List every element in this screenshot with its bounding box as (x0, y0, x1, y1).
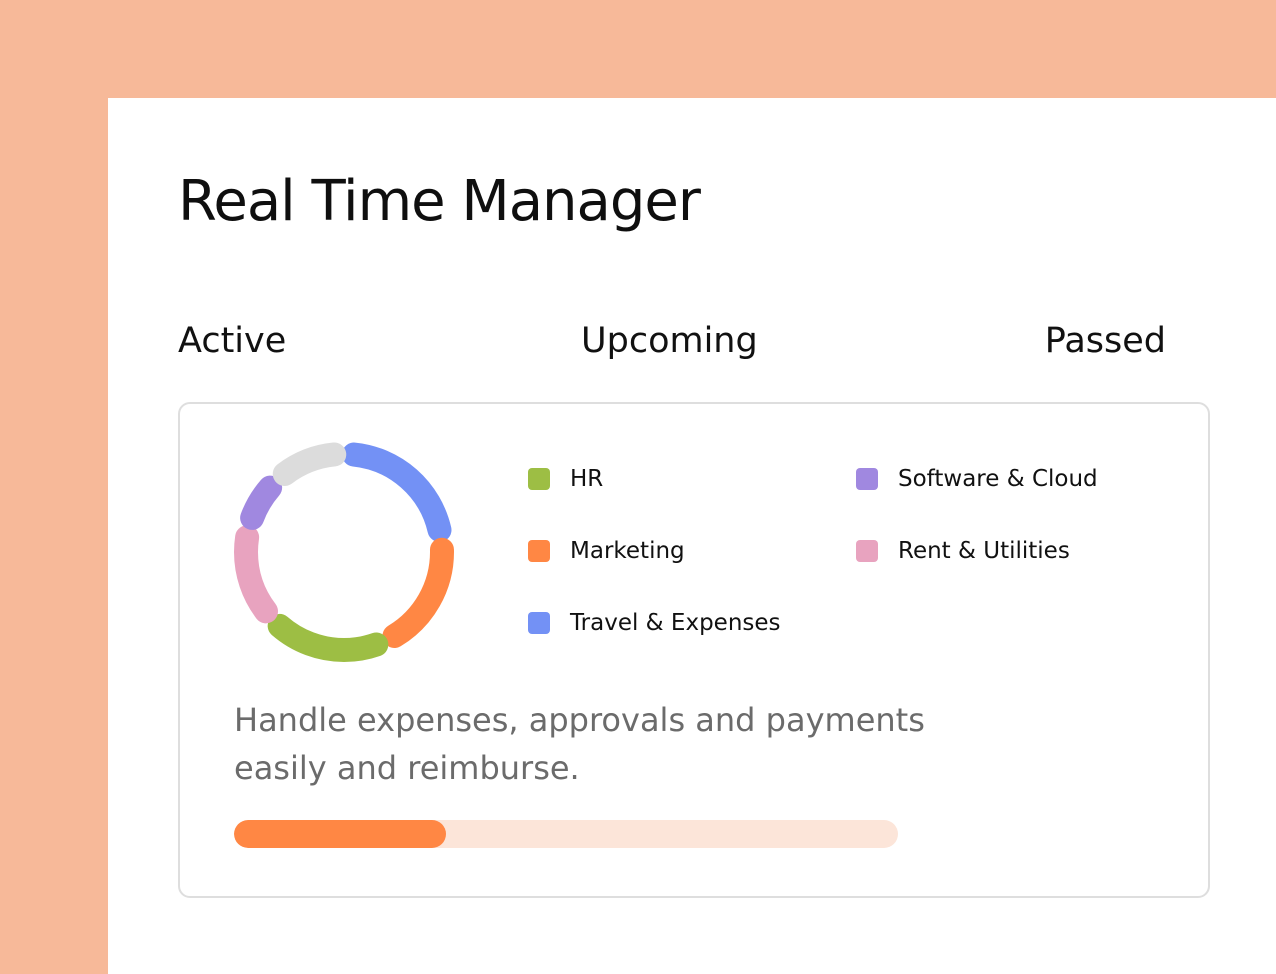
legend-swatch-hr (528, 468, 550, 490)
expense-donut-chart (234, 442, 454, 662)
legend-item-rent-utilities[interactable]: Rent & Utilities (856, 536, 1070, 566)
progress-fill (234, 820, 447, 848)
legend-label-marketing: Marketing (570, 538, 685, 564)
legend-swatch-marketing (528, 540, 550, 562)
page-title: Real Time Manager (178, 169, 701, 234)
legend-swatch-rent-utilities (856, 540, 878, 562)
legend-label-hr: HR (570, 466, 604, 492)
legend-swatch-travel-expenses (528, 612, 550, 634)
legend-item-travel-expenses[interactable]: Travel & Expenses (528, 608, 781, 638)
legend-label-rent-utilities: Rent & Utilities (898, 538, 1070, 564)
legend-swatch-software-cloud (856, 468, 878, 490)
legend-item-marketing[interactable]: Marketing (528, 536, 685, 566)
legend-item-software-cloud[interactable]: Software & Cloud (856, 464, 1098, 494)
tab-active[interactable]: Active (178, 320, 286, 362)
legend-label-software-cloud: Software & Cloud (898, 466, 1098, 492)
main-panel: Real Time Manager Active Upcoming Passed… (108, 98, 1276, 974)
tab-upcoming[interactable]: Upcoming (581, 320, 758, 362)
card-description: Handle expenses, approvals and payments … (234, 701, 925, 787)
legend-item-hr[interactable]: HR (528, 464, 603, 494)
legend-label-travel-expenses: Travel & Expenses (570, 610, 781, 636)
tab-passed[interactable]: Passed (1045, 320, 1166, 362)
expense-summary-card: HR Marketing Travel & Expenses Software … (178, 402, 1210, 898)
progress-track (234, 820, 898, 848)
